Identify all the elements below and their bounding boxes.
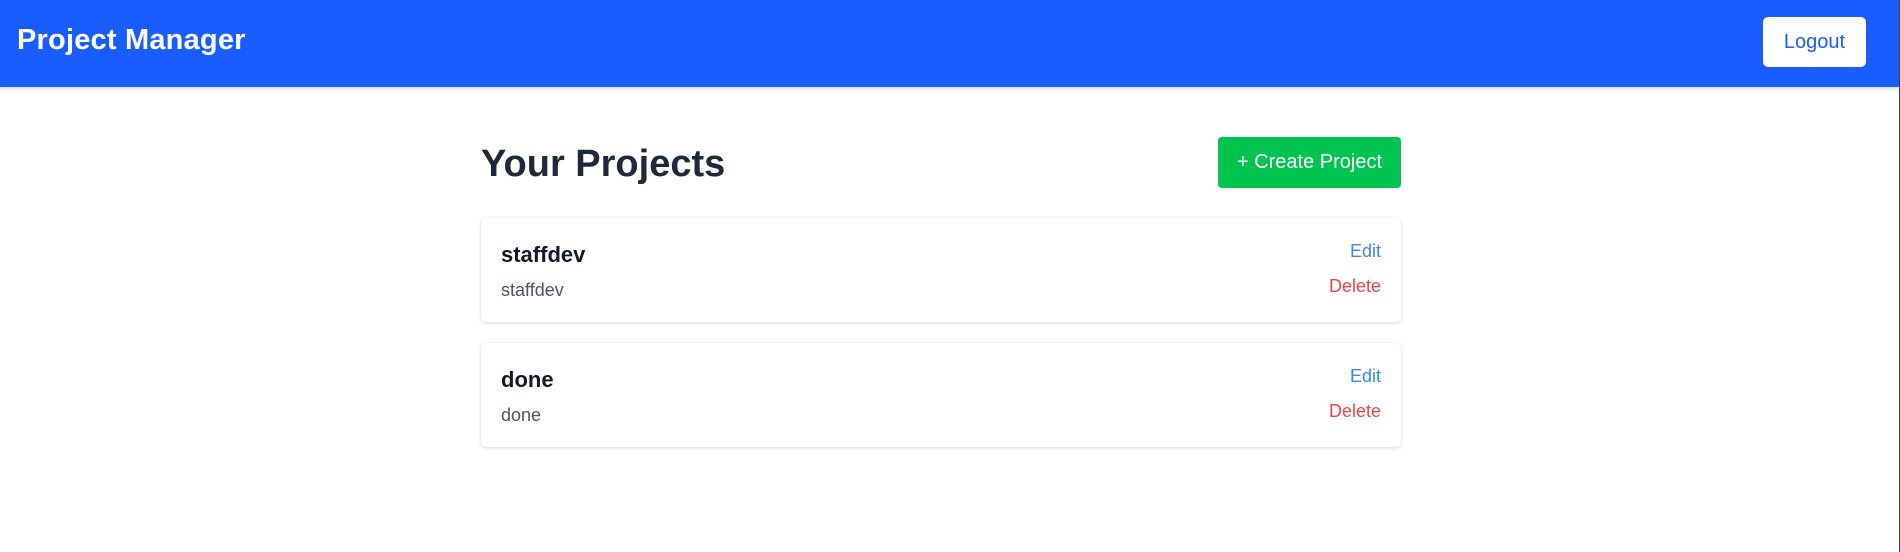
create-project-button[interactable]: + Create Project <box>1218 137 1401 188</box>
project-description: done <box>501 405 542 425</box>
logout-button[interactable]: Logout <box>1763 17 1866 67</box>
brand-title: Project Manager <box>17 24 246 56</box>
project-name: done <box>501 367 554 392</box>
edit-project-button[interactable]: Edit <box>1350 366 1381 387</box>
edit-project-button[interactable]: Edit <box>1350 241 1381 262</box>
app-window: Project Manager Logout Your Projects + C… <box>0 0 1900 552</box>
delete-project-button[interactable]: Delete <box>1329 276 1381 297</box>
project-card: done done Edit Delete <box>481 343 1401 447</box>
project-name: staffdev <box>501 242 586 267</box>
project-card: staffdev staffdev Edit Delete <box>481 218 1401 322</box>
page-title: Your Projects <box>481 143 726 185</box>
project-description: staffdev <box>501 280 564 300</box>
delete-project-button[interactable]: Delete <box>1329 401 1381 422</box>
navbar: Project Manager Logout <box>0 0 1899 87</box>
